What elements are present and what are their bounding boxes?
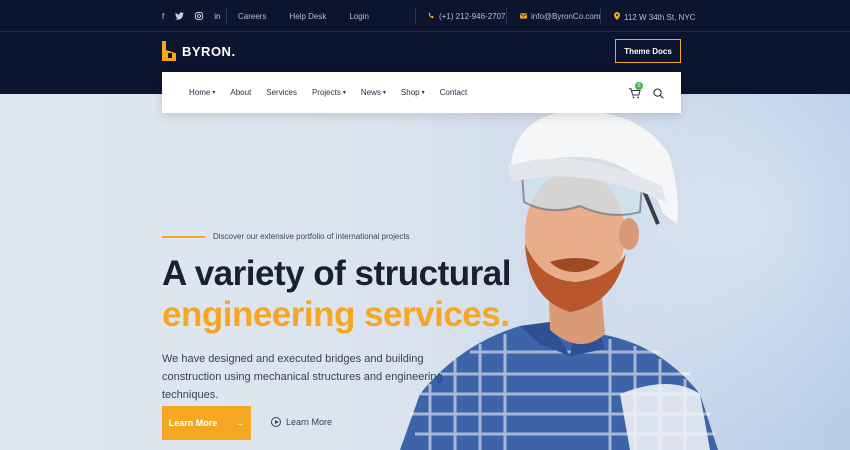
- instagram-icon[interactable]: [195, 12, 204, 22]
- address-contact: 112 W 34th St, NYC: [614, 12, 695, 22]
- nav-item-label: News: [360, 88, 381, 97]
- learn-more-video-button[interactable]: Learn More: [271, 417, 332, 427]
- address-text: 112 W 34th St, NYC: [624, 12, 696, 22]
- email-contact: info@ByronCo.com: [520, 12, 600, 21]
- divider: [415, 8, 416, 24]
- envelope-icon: [520, 12, 527, 21]
- nav-item-projects[interactable]: Projects ▾: [312, 88, 346, 97]
- learn-more-video-label: Learn More: [286, 417, 333, 427]
- location-pin-icon: [614, 12, 620, 22]
- nav-item-shop[interactable]: Shop ▾: [401, 88, 425, 97]
- linkedin-icon[interactable]: in: [214, 12, 220, 22]
- tagline-text: Discover our extensive portfolio of inte…: [213, 232, 410, 241]
- nav-item-home[interactable]: Home ▾: [189, 88, 215, 97]
- logo[interactable]: BYRON.: [162, 41, 236, 61]
- careers-link[interactable]: Careers: [238, 12, 266, 21]
- hero-tagline: Discover our extensive portfolio of inte…: [162, 232, 410, 241]
- hero-heading-line2: engineering services.: [162, 295, 510, 334]
- cart-count-badge: 0: [635, 82, 643, 90]
- phone-contact: (+1) 212-946-2707: [428, 12, 506, 21]
- chevron-down-icon: ▾: [342, 90, 346, 96]
- nav-item-contact[interactable]: Contact: [440, 88, 468, 97]
- play-icon: [271, 417, 281, 427]
- top-links: Careers Help Desk Login: [238, 12, 369, 21]
- chevron-down-icon: ▾: [421, 90, 425, 96]
- nav-item-label: Shop: [400, 88, 420, 97]
- nav-item-label: Home: [189, 88, 211, 97]
- nav-item-label: About: [230, 88, 252, 97]
- hero-description: We have designed and executed bridges an…: [162, 353, 443, 401]
- search-icon[interactable]: [653, 86, 664, 104]
- hero-heading-line1: A variety of structural: [162, 254, 511, 293]
- divider: [600, 8, 601, 24]
- arrow-right-icon: →: [235, 418, 245, 428]
- nav-item-label: Services: [266, 88, 297, 97]
- chevron-down-icon: ▾: [382, 90, 386, 96]
- nav-item-label: Contact: [439, 88, 468, 97]
- chevron-down-icon: ▾: [212, 90, 216, 96]
- theme-docs-button[interactable]: Theme Docs: [615, 39, 681, 63]
- logo-mark-icon: [162, 41, 176, 61]
- phone-icon: [428, 12, 435, 21]
- divider: [506, 8, 507, 24]
- top-bar: f in Careers Help Desk Login (+1) 212-94…: [0, 0, 850, 32]
- nav-item-news[interactable]: News ▾: [361, 88, 386, 97]
- phone-number[interactable]: (+1) 212-946-2707: [439, 12, 506, 21]
- nav-item-services[interactable]: Services: [266, 88, 297, 97]
- social-links: f in: [162, 12, 220, 22]
- main-nav: Home ▾ About Services Projects ▾ News ▾ …: [162, 72, 681, 113]
- nav-menu: Home ▾ About Services Projects ▾ News ▾ …: [189, 72, 467, 113]
- nav-item-about[interactable]: About: [230, 88, 251, 97]
- twitter-icon[interactable]: [175, 12, 185, 22]
- page: f in Careers Help Desk Login (+1) 212-94…: [0, 0, 850, 450]
- email-address[interactable]: info@ByronCo.com: [531, 12, 600, 21]
- tagline-line: [162, 235, 205, 238]
- learn-more-button[interactable]: Learn More →: [162, 406, 251, 440]
- help-desk-link[interactable]: Help Desk: [289, 12, 326, 21]
- logo-text: BYRON.: [182, 43, 236, 59]
- nav-item-label: Projects: [311, 88, 341, 97]
- learn-more-label: Learn More: [168, 418, 218, 428]
- divider: [226, 8, 227, 24]
- login-link[interactable]: Login: [349, 12, 369, 21]
- facebook-icon[interactable]: f: [162, 12, 164, 22]
